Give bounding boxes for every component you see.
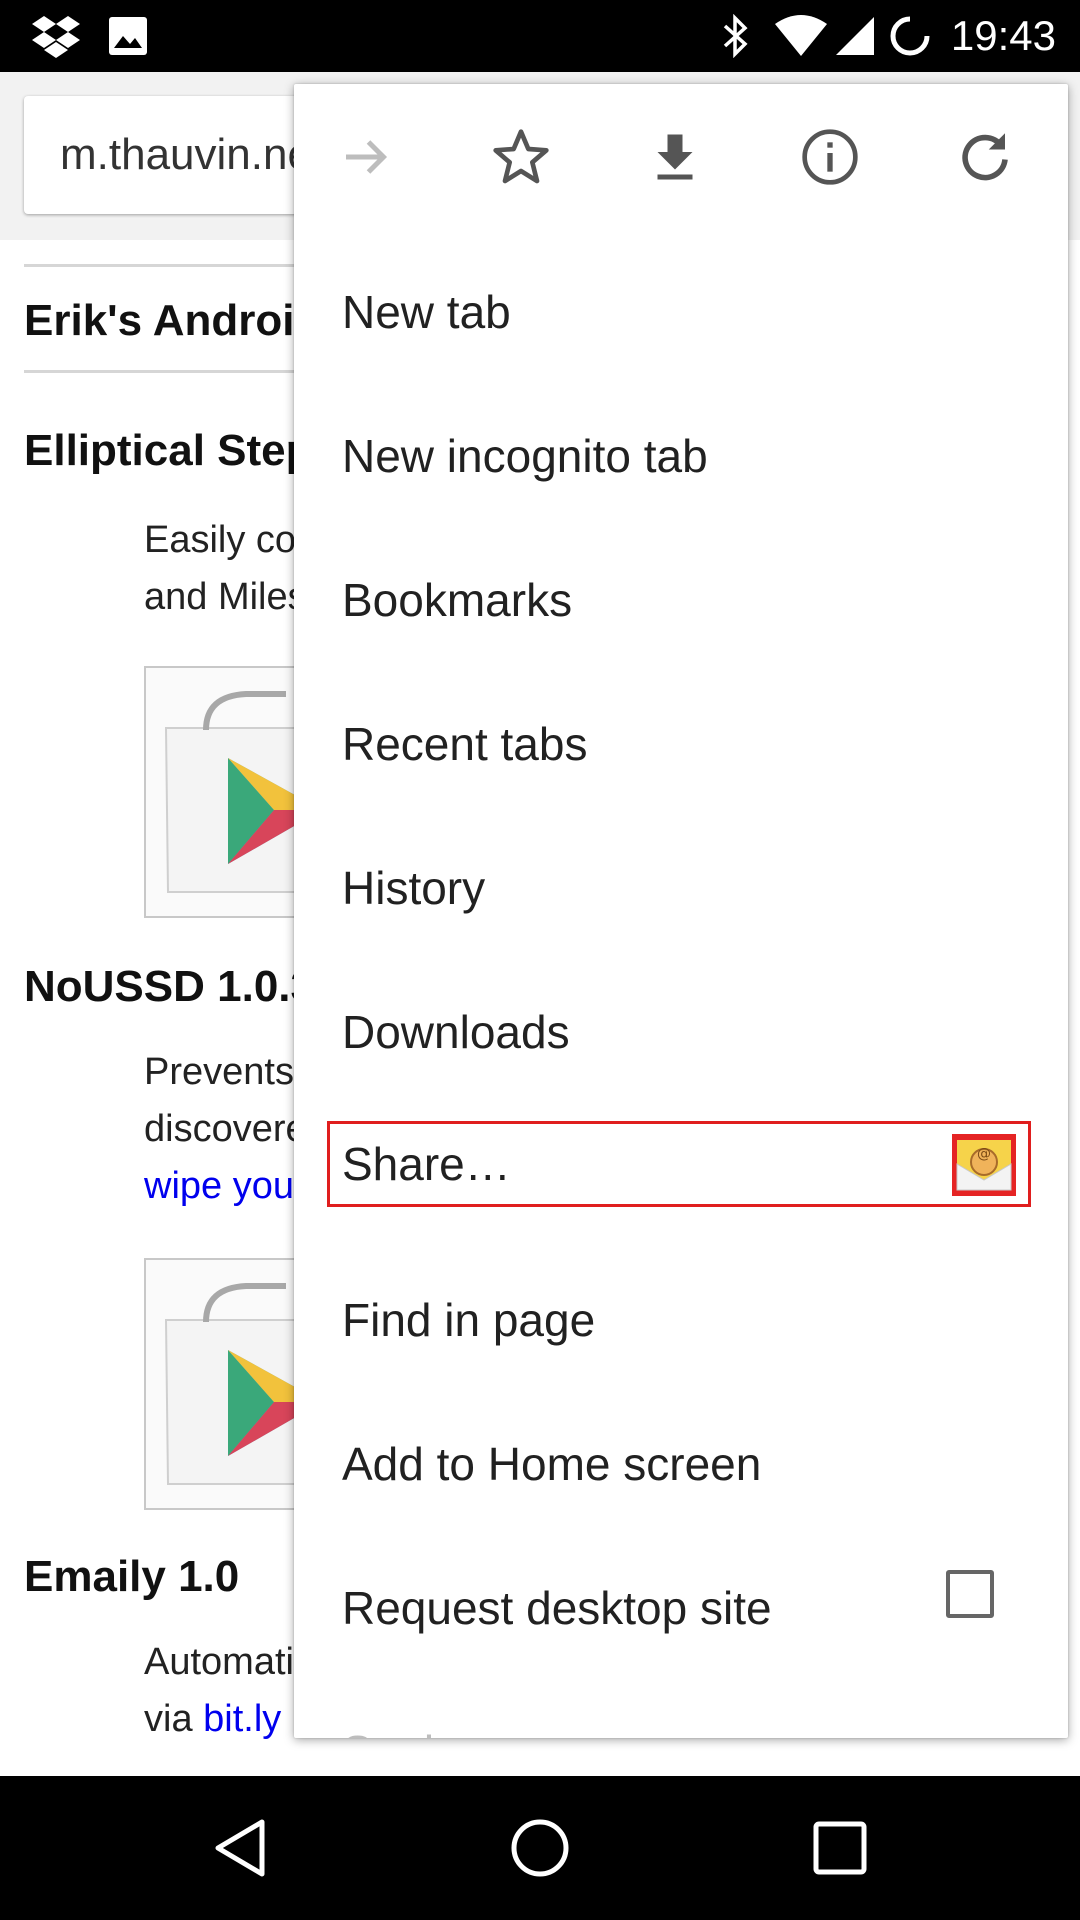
menu-item-label: New incognito tab bbox=[342, 430, 708, 482]
menu-item-bookmarks[interactable]: Bookmarks bbox=[294, 528, 1068, 672]
wifi-icon bbox=[772, 0, 830, 72]
home-icon[interactable] bbox=[460, 1776, 620, 1920]
share-app-email-icon[interactable]: @ bbox=[952, 1134, 1016, 1196]
menu-item-label: Recent tabs bbox=[342, 718, 588, 770]
menu-item-label: Request desktop site bbox=[342, 1582, 772, 1634]
menu-item-new-tab[interactable]: New tab bbox=[294, 240, 1068, 384]
menu-item-label: New tab bbox=[342, 286, 511, 338]
menu-item-add-to-home-screen[interactable]: Add to Home screen bbox=[294, 1392, 1068, 1536]
menu-item-label: Bookmarks bbox=[342, 574, 573, 626]
status-bar: 19:43 bbox=[0, 0, 1080, 72]
signal-icon bbox=[832, 0, 878, 72]
menu-item-label: Share… bbox=[342, 1138, 511, 1190]
dropbox-icon bbox=[26, 0, 86, 72]
request-desktop-site-checkbox[interactable] bbox=[946, 1570, 994, 1618]
menu-item-label: Add to Home screen bbox=[342, 1438, 762, 1490]
forward-icon[interactable] bbox=[311, 102, 421, 212]
clock: 19:43 bbox=[950, 12, 1056, 59]
menu-item-label: Downloads bbox=[342, 1006, 570, 1058]
overflow-menu: New tab New incognito tab Bookmarks Rece… bbox=[294, 84, 1068, 1738]
menu-item-label: Settings bbox=[342, 1680, 508, 1738]
download-icon[interactable] bbox=[620, 102, 730, 212]
back-icon[interactable] bbox=[160, 1776, 320, 1920]
menu-icon-row bbox=[294, 84, 1068, 228]
image-icon bbox=[104, 0, 152, 72]
post-line-prefix: via bbox=[144, 1698, 204, 1740]
recents-icon[interactable] bbox=[760, 1776, 920, 1920]
navigation-bar bbox=[0, 1776, 1080, 1920]
menu-item-settings[interactable]: Settings bbox=[294, 1680, 1068, 1738]
menu-item-recent-tabs[interactable]: Recent tabs bbox=[294, 672, 1068, 816]
url-text[interactable]: m.thauvin.net bbox=[60, 96, 324, 214]
post-title[interactable]: NoUSSD 1.0.3 bbox=[24, 962, 315, 1012]
post-link[interactable]: bit.ly bbox=[203, 1698, 281, 1740]
menu-item-history[interactable]: History bbox=[294, 816, 1068, 960]
battery-icon bbox=[886, 0, 934, 72]
bookmark-star-icon[interactable] bbox=[466, 102, 576, 212]
menu-item-downloads[interactable]: Downloads bbox=[294, 960, 1068, 1104]
menu-item-find-in-page[interactable]: Find in page bbox=[294, 1248, 1068, 1392]
menu-item-new-incognito-tab[interactable]: New incognito tab bbox=[294, 384, 1068, 528]
svg-text:@: @ bbox=[977, 1146, 991, 1162]
info-icon[interactable] bbox=[775, 102, 885, 212]
bluetooth-icon bbox=[712, 0, 760, 72]
menu-item-label: Find in page bbox=[342, 1294, 596, 1346]
refresh-icon[interactable] bbox=[930, 102, 1040, 212]
post-title[interactable]: Emaily 1.0 bbox=[24, 1552, 239, 1602]
menu-item-label: History bbox=[342, 862, 486, 914]
